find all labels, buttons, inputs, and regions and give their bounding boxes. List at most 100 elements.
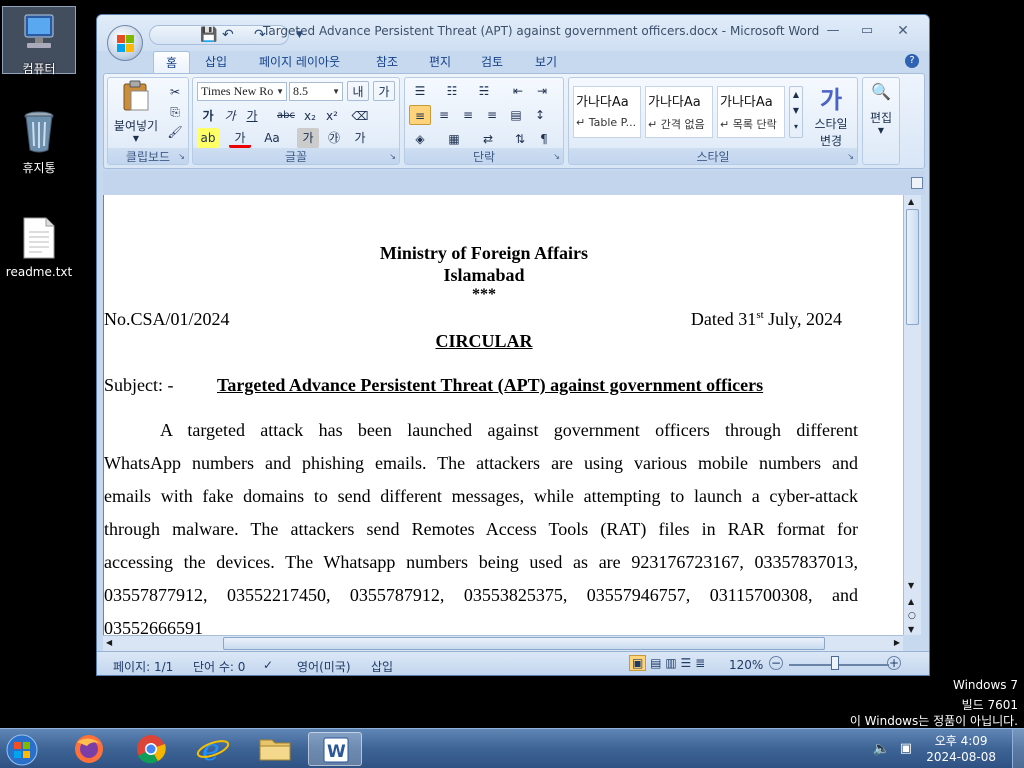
dialog-launcher-icon[interactable]: ↘	[178, 152, 185, 161]
font-size-combo[interactable]: 8.5 ▼	[289, 82, 343, 101]
clear-formatting-icon[interactable]: ⌫	[349, 106, 371, 126]
shrink-font-icon[interactable]: 가	[373, 81, 395, 101]
sort-icon[interactable]: ⇅	[509, 129, 531, 149]
scroll-up-icon[interactable]: ▲	[908, 197, 914, 206]
save-icon[interactable]: 💾	[200, 27, 217, 43]
align-right-icon[interactable]: ≡	[457, 105, 479, 125]
outline-icon[interactable]: ☰	[681, 656, 692, 670]
multilevel-list-icon[interactable]: ☵	[473, 81, 495, 101]
dialog-launcher-icon[interactable]: ↘	[847, 152, 854, 161]
borders-icon[interactable]: ▦	[443, 129, 465, 149]
superscript-icon[interactable]: x²	[321, 106, 343, 126]
tab-page-layout[interactable]: 페이지 레이아웃	[259, 53, 340, 70]
status-mode[interactable]: 삽입	[371, 658, 393, 675]
increase-indent-icon[interactable]: ⇥	[531, 81, 553, 101]
close-button[interactable]: ✕	[889, 23, 917, 41]
italic-icon[interactable]: 가	[219, 106, 241, 126]
draft-icon[interactable]: ≣	[695, 656, 705, 670]
line-spacing-icon[interactable]: ↕	[529, 105, 551, 125]
align-center-icon[interactable]: ≡	[433, 105, 455, 125]
text-direction-icon[interactable]: ⇄	[477, 129, 499, 149]
browse-object-icon[interactable]: ○	[908, 611, 916, 621]
scroll-down-icon[interactable]: ▼	[908, 581, 914, 590]
font-name-combo[interactable]: Times New Ro ▼	[197, 82, 287, 101]
tab-view[interactable]: 보기	[535, 53, 557, 70]
char-shading-icon[interactable]: 가	[297, 128, 319, 148]
zoom-slider-thumb[interactable]	[831, 656, 839, 670]
tab-mailings[interactable]: 편지	[429, 53, 451, 70]
taskbar-firefox[interactable]	[62, 732, 116, 766]
next-page-icon[interactable]: ▼	[908, 625, 914, 634]
styles-scroll-icon[interactable]: ▲ ▼ ▾	[789, 86, 803, 138]
format-painter-icon[interactable]: 🖌	[164, 122, 186, 142]
status-words[interactable]: 단어 수: 0	[193, 658, 245, 675]
office-button[interactable]	[107, 25, 143, 61]
copy-icon[interactable]: ⎘	[164, 102, 186, 122]
zoom-level[interactable]: 120%	[729, 658, 763, 672]
dialog-launcher-icon[interactable]: ↘	[553, 152, 560, 161]
system-clock[interactable]: 오후 4:09 2024-08-08	[926, 733, 996, 765]
underline-icon[interactable]: 가	[241, 106, 263, 126]
tab-references[interactable]: 참조	[376, 53, 398, 70]
zoom-out-icon[interactable]: −	[769, 656, 783, 670]
justify-icon[interactable]: ≡	[481, 105, 503, 125]
align-left-icon[interactable]: ≡	[409, 105, 431, 125]
undo-icon[interactable]: ↶	[222, 27, 234, 43]
tab-insert[interactable]: 삽입	[205, 53, 227, 70]
shading-icon[interactable]: ◈	[409, 129, 431, 149]
phonetic-guide-icon[interactable]: 가	[349, 128, 371, 148]
scroll-thumb[interactable]	[906, 209, 919, 325]
print-layout-icon[interactable]: ▣	[629, 655, 647, 671]
desktop-icon-recycle-bin[interactable]: 휴지통	[2, 108, 76, 176]
change-case-icon[interactable]: Aa	[261, 128, 283, 148]
strikethrough-icon[interactable]: abc	[275, 106, 297, 126]
full-screen-reading-icon[interactable]: ▤	[650, 656, 661, 670]
proofing-icon[interactable]: ✓	[263, 658, 273, 672]
tab-home[interactable]: 홈	[153, 51, 191, 74]
style-list-paragraph[interactable]: 가나다Aa ↵ 목록 단락	[717, 86, 785, 138]
dialog-launcher-icon[interactable]: ↘	[389, 152, 396, 161]
minimize-button[interactable]: —	[819, 23, 847, 41]
status-page[interactable]: 페이지: 1/1	[113, 658, 173, 675]
network-icon[interactable]: ▣	[900, 741, 912, 756]
bold-icon[interactable]: 가	[197, 106, 219, 126]
prev-page-icon[interactable]: ▲	[908, 597, 914, 606]
document-canvas[interactable]: Ministry of Foreign Affairs Islamabad **…	[103, 195, 903, 635]
taskbar-file-explorer[interactable]	[248, 732, 302, 766]
web-layout-icon[interactable]: ▥	[665, 656, 676, 670]
paste-button[interactable]: 붙여넣기 ▼	[110, 80, 162, 143]
distributed-icon[interactable]: ▤	[505, 105, 527, 125]
hscroll-thumb[interactable]	[223, 637, 825, 650]
decrease-indent-icon[interactable]: ⇤	[507, 81, 529, 101]
show-marks-icon[interactable]: ¶	[533, 129, 555, 149]
subscript-icon[interactable]: x₂	[299, 106, 321, 126]
taskbar-chrome[interactable]	[124, 732, 178, 766]
enclose-char-icon[interactable]: ㉮	[323, 128, 345, 148]
status-language[interactable]: 영어(미국)	[297, 658, 351, 675]
zoom-slider[interactable]	[789, 664, 889, 666]
horizontal-scrollbar[interactable]: ◀ ▶	[103, 635, 903, 651]
zoom-in-icon[interactable]: +	[887, 656, 901, 670]
volume-icon[interactable]: 🔈	[873, 741, 890, 757]
change-styles-button[interactable]: 가 스타일 변경	[807, 80, 855, 149]
style-no-spacing[interactable]: 가나다Aa ↵ 간격 없음	[645, 86, 713, 138]
taskbar-internet-explorer[interactable]: e	[186, 732, 240, 768]
vertical-scrollbar[interactable]: ▲ ▼ ▲ ○ ▼	[903, 195, 921, 635]
desktop-icon-readme[interactable]: readme.txt	[2, 216, 76, 279]
ruler-toggle-icon[interactable]	[911, 177, 923, 189]
taskbar-word[interactable]: W	[308, 732, 362, 766]
scroll-right-icon[interactable]: ▶	[894, 638, 900, 647]
editing-button[interactable]: 🔍 편집 ▼	[863, 82, 899, 135]
numbering-icon[interactable]: ☷	[441, 81, 463, 101]
cut-icon[interactable]: ✂	[164, 82, 186, 102]
start-button[interactable]	[0, 732, 54, 766]
font-color-icon[interactable]: 가	[229, 128, 251, 148]
style-table-paragraph[interactable]: 가나다Aa ↵ Table P...	[573, 86, 641, 138]
help-icon[interactable]: ?	[905, 54, 919, 68]
scroll-left-icon[interactable]: ◀	[106, 638, 112, 647]
grow-font-icon[interactable]: 내	[347, 81, 369, 101]
tab-review[interactable]: 검토	[481, 53, 503, 70]
maximize-button[interactable]: ▭	[853, 23, 881, 41]
highlight-icon[interactable]: ab	[197, 128, 219, 148]
show-desktop-button[interactable]	[1012, 729, 1024, 768]
